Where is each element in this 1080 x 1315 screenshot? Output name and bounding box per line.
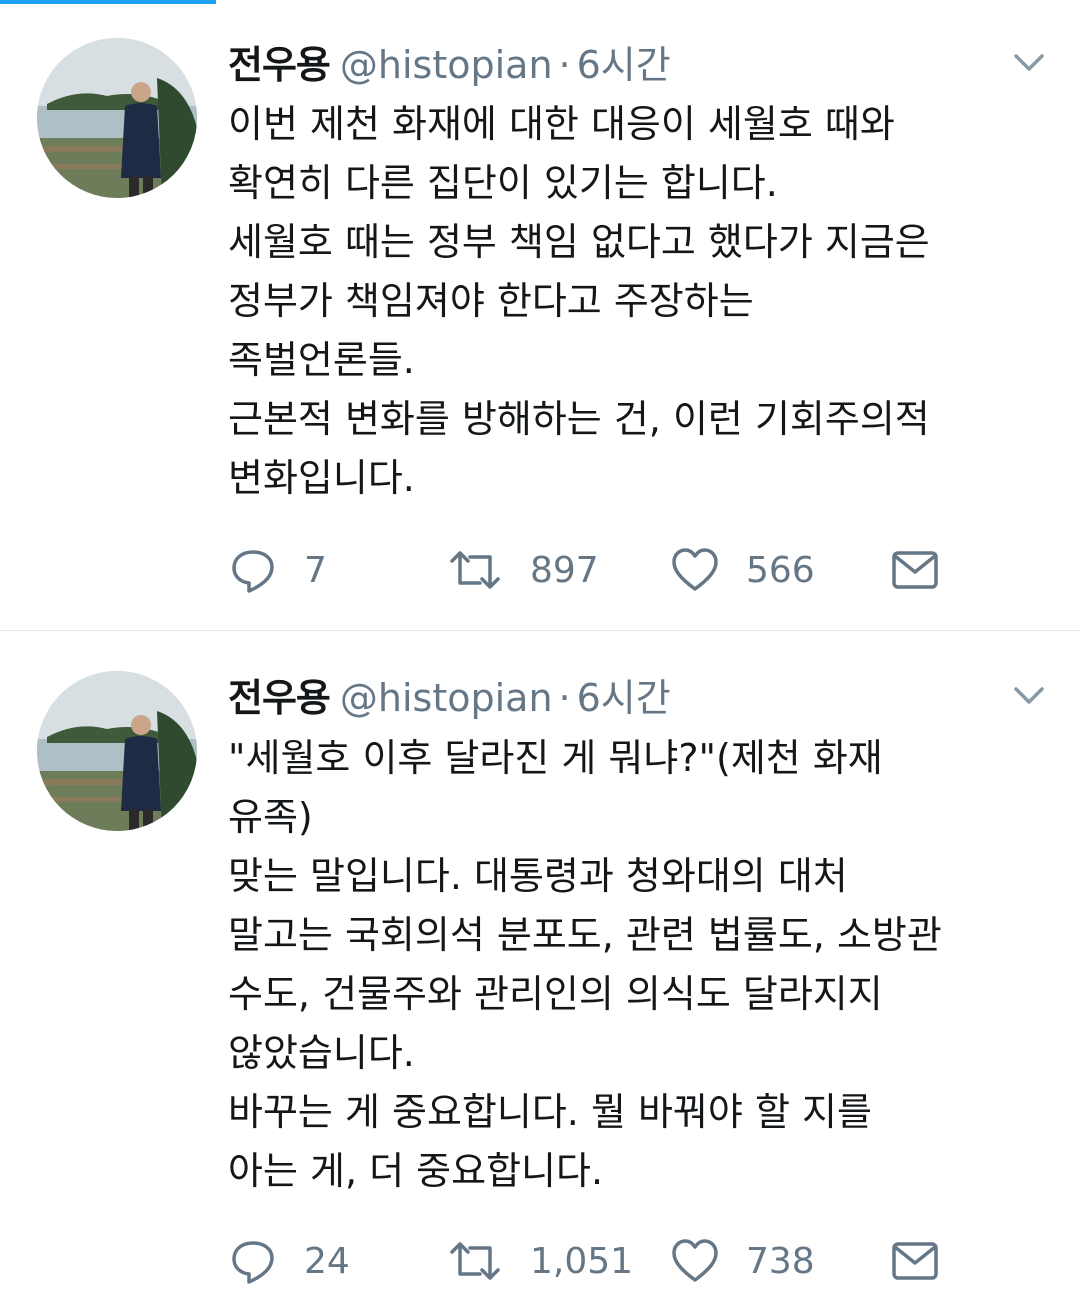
avatar[interactable] [37,671,197,831]
tweet-text-line: 정부가 책임져야 한다고 주장하는 [228,279,754,323]
heart-icon [672,1239,718,1282]
chevron-down-icon[interactable] [1010,675,1048,713]
retweet-count: 1,051 [530,1240,634,1282]
retweet-button[interactable]: 1,051 [446,1236,633,1286]
tweet-text-line: 아는 게, 더 중요합니다. [228,1149,604,1193]
tweet-text-line: 족벌언론들. [228,338,415,382]
author-name[interactable]: 전우용 [228,43,331,87]
tweet-text-line: 않았습니다. [228,1031,415,1075]
timestamp[interactable]: 6시간 [577,676,671,720]
heart-icon [672,548,718,591]
author-handle[interactable]: @histopian [340,43,553,87]
tweet-text-line: 이번 제천 화재에 대한 대응이 세월호 때와 [228,102,895,146]
avatar-photo [37,38,197,198]
tweet-text-line: 변화입니다. [228,456,415,500]
avatar-photo [37,671,197,831]
like-count: 738 [746,1240,815,1282]
retweet-icon [450,551,500,589]
timestamp[interactable]: 6시간 [577,43,671,87]
author-name[interactable]: 전우용 [228,676,331,720]
author-handle[interactable]: @histopian [340,676,553,720]
retweet-count: 897 [530,549,599,591]
reply-icon [232,1241,274,1284]
like-button[interactable]: 738 [670,1236,815,1286]
tweet-text-line: 수도, 건물주와 관리인의 의식도 달라지지 [228,972,883,1016]
tweet-text-line: 근본적 변화를 방해하는 건, 이런 기회주의적 [228,397,930,441]
tweet[interactable]: 전우용 @histopian · 6시간 "세월호 이후 달라진 게 뭐냐?"(제천 … [0,631,1080,1315]
separator-dot: · [558,43,571,87]
tweet-header: 전우용 @histopian · 6시간 [228,667,671,720]
chevron-down-icon[interactable] [1010,42,1048,80]
tweet-text: "세월호 이후 달라진 게 뭐냐?"(제천 화재 유족) 맞는 말입니다. 대통… [228,729,1058,1201]
direct-message-button[interactable] [890,1236,940,1286]
tweet-header: 전우용 @histopian · 6시간 [228,34,671,87]
tweet-actions: 24 1,051 738 [228,1236,988,1286]
reply-count: 24 [304,1240,350,1282]
tweet-text-line: 세월호 때는 정부 책임 없다고 했다가 지금은 [228,220,930,264]
tweet-text: 이번 제천 화재에 대한 대응이 세월호 때와 확연히 다른 집단이 있기는 합… [228,95,1058,508]
reply-count: 7 [304,549,327,591]
reply-icon [232,550,274,593]
like-count: 566 [746,549,815,591]
like-button[interactable]: 566 [670,545,815,595]
retweet-icon [450,1242,500,1280]
avatar[interactable] [37,38,197,198]
tweet-text-line: 맞는 말입니다. 대통령과 청와대의 대처 [228,854,848,898]
direct-message-button[interactable] [890,545,940,595]
tweet[interactable]: 전우용 @histopian · 6시간 이번 제천 화재에 대한 대응이 세월호 때… [0,0,1080,630]
separator-dot: · [558,676,571,720]
reply-button[interactable]: 24 [228,1236,350,1286]
tweet-actions: 7 897 566 [228,545,988,595]
envelope-icon [892,1242,938,1280]
retweet-button[interactable]: 897 [446,545,599,595]
envelope-icon [892,551,938,589]
tweet-text-line: 확연히 다른 집단이 있기는 합니다. [228,161,778,205]
tweet-text-line: 말고는 국회의석 분포도, 관련 법률도, 소방관 [228,913,942,957]
tweet-text-line: 바꾸는 게 중요합니다. 뭘 바꿔야 할 지를 [228,1090,872,1134]
tweet-text-line: "세월호 이후 달라진 게 뭐냐?"(제천 화재 [228,736,883,780]
tweet-text-line: 유족) [228,795,313,839]
reply-button[interactable]: 7 [228,545,327,595]
